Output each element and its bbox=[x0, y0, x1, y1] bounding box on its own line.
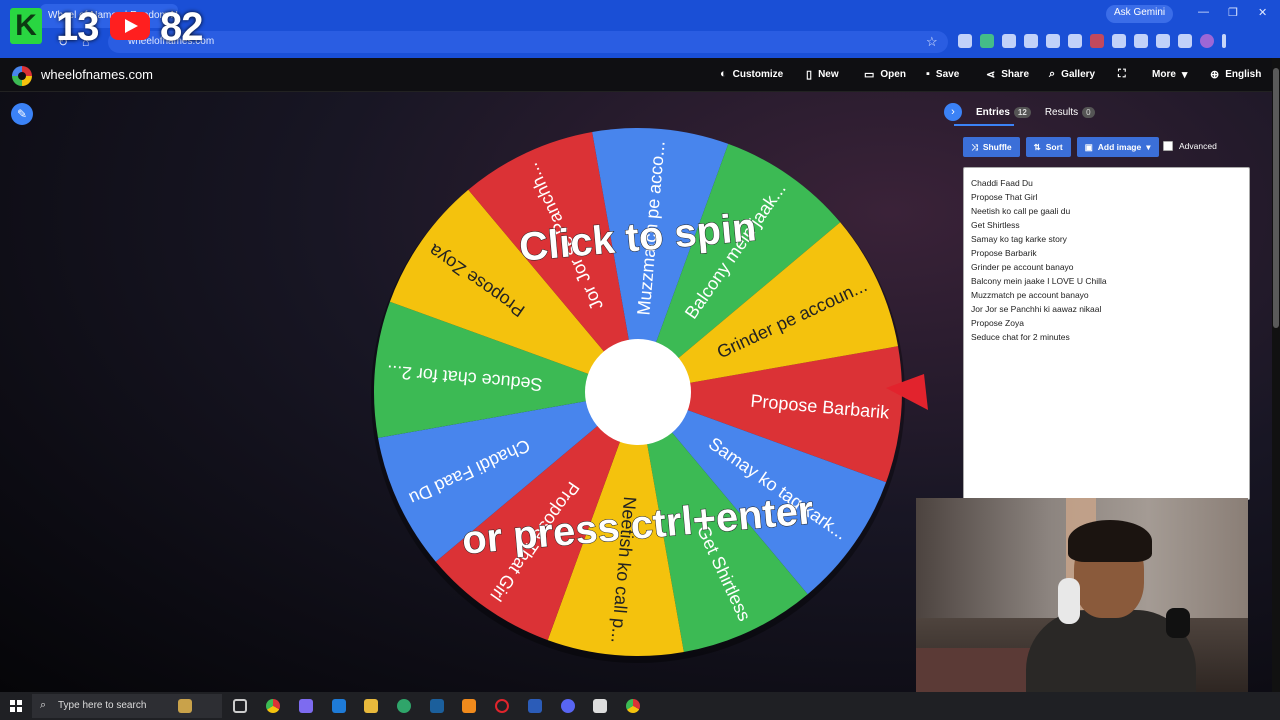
headset-icon bbox=[1058, 578, 1080, 624]
add-image-button[interactable]: ▣ Add image ▾ bbox=[1076, 137, 1159, 157]
entry-line: Grinder pe account banayo bbox=[971, 262, 1074, 272]
word-icon[interactable] bbox=[528, 699, 542, 713]
entry-line: Propose Barbarik bbox=[971, 248, 1037, 258]
shuffle-label: Shuffle bbox=[982, 142, 1012, 152]
panel-tabs: › Entries 12 Results 0 bbox=[944, 100, 1095, 124]
weather-widget-icon[interactable] bbox=[178, 699, 192, 713]
entry-line: Seduce chat for 2 minutes bbox=[971, 332, 1070, 342]
opera-icon[interactable] bbox=[495, 699, 509, 713]
entry-line: Samay ko tag karke story bbox=[971, 234, 1067, 244]
tab-results-label: Results bbox=[1044, 106, 1079, 118]
screen: Wheel of Names | Random Name Ask Gemini … bbox=[0, 0, 1280, 720]
file-explorer-icon[interactable] bbox=[364, 699, 378, 713]
entry-line: Chaddi Faad Du bbox=[971, 178, 1033, 188]
windows-taskbar: ⌕ Type here to search bbox=[0, 692, 1280, 720]
advanced-toggle[interactable]: Advanced bbox=[1163, 141, 1217, 151]
copilot-icon[interactable] bbox=[299, 699, 313, 713]
tab-results[interactable]: Results 0 bbox=[1044, 106, 1095, 118]
entry-line: Get Shirtless bbox=[971, 220, 1020, 230]
shuffle-button[interactable]: ⤨ Shuffle bbox=[963, 137, 1020, 157]
windows-start-icon[interactable] bbox=[10, 700, 22, 712]
app-icon[interactable] bbox=[397, 699, 411, 713]
tab-entries[interactable]: Entries 12 bbox=[976, 106, 1031, 118]
results-count-badge: 0 bbox=[1082, 106, 1095, 118]
entries-toolbar: ⤨ Shuffle ⇅ Sort ▣ Add image ▾ bbox=[963, 137, 1159, 157]
advanced-checkbox[interactable] bbox=[1163, 141, 1173, 151]
chevron-down-icon: ▾ bbox=[1146, 141, 1151, 152]
shuffle-icon: ⤨ bbox=[971, 141, 978, 152]
entry-line: Neetish ko call pe gaali du bbox=[971, 206, 1071, 216]
entries-count-badge: 12 bbox=[1013, 106, 1031, 118]
entry-line: Jor Jor se Panchhi ki aawaz nikaal bbox=[971, 304, 1102, 314]
tab-entries-label: Entries bbox=[976, 106, 1010, 118]
active-tab-underline bbox=[954, 124, 1014, 126]
scrollbar-thumb[interactable] bbox=[1273, 68, 1279, 328]
wheel-center-hub[interactable] bbox=[585, 339, 691, 445]
app-icon[interactable] bbox=[593, 699, 607, 713]
sort-label: Sort bbox=[1045, 142, 1063, 152]
search-icon: ⌕ bbox=[40, 699, 47, 711]
steam-icon[interactable] bbox=[430, 699, 444, 713]
app-icon[interactable] bbox=[332, 699, 346, 713]
chrome-icon[interactable] bbox=[266, 699, 280, 713]
microphone-icon bbox=[1166, 608, 1190, 638]
entry-line: Propose Zoya bbox=[971, 318, 1024, 328]
add-image-label: Add image bbox=[1097, 142, 1142, 152]
sort-button[interactable]: ⇅ Sort bbox=[1025, 137, 1071, 157]
collapse-panel-icon[interactable]: › bbox=[944, 103, 962, 121]
entry-line: Muzzmatch pe account banayo bbox=[971, 290, 1089, 300]
discord-icon[interactable] bbox=[561, 699, 575, 713]
advanced-label: Advanced bbox=[1179, 141, 1217, 151]
task-view-icon[interactable] bbox=[233, 699, 247, 713]
taskbar-search-placeholder: Type here to search bbox=[58, 700, 147, 711]
entry-line: Propose That Girl bbox=[971, 192, 1038, 202]
webcam-person-hair bbox=[1068, 520, 1152, 562]
taskbar-search[interactable]: ⌕ Type here to search bbox=[32, 694, 222, 718]
entry-line: Balcony mein jaake I LOVE U Chilla bbox=[971, 276, 1107, 286]
sort-icon: ⇅ bbox=[1033, 141, 1041, 152]
vlc-icon[interactable] bbox=[462, 699, 476, 713]
entries-panel: › Entries 12 Results 0 ⤨ Shuffle ⇅ Sort ▣ Add… bbox=[944, 100, 1262, 500]
webcam-overlay bbox=[916, 498, 1248, 692]
entries-textarea[interactable]: Chaddi Faad Du Propose That Girl Neetish k… bbox=[963, 167, 1250, 500]
page-scrollbar[interactable] bbox=[1272, 58, 1280, 692]
image-icon: ▣ bbox=[1084, 141, 1093, 152]
chrome-active-icon[interactable] bbox=[626, 699, 640, 713]
